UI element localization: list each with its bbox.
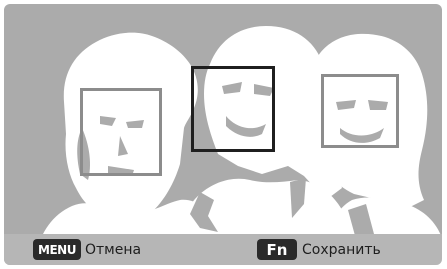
fn-key-icon[interactable]: Fn <box>257 239 297 260</box>
menu-key-icon[interactable]: MENU <box>33 239 81 260</box>
face-detection-frame-left[interactable] <box>80 88 162 176</box>
bottom-control-bar: MENU Отмена Fn Сохранить <box>4 234 442 265</box>
face-detection-frame-right[interactable] <box>321 74 399 148</box>
camera-screen: MENU Отмена Fn Сохранить <box>4 4 442 265</box>
face-detection-frame-selected[interactable] <box>191 66 275 152</box>
save-label[interactable]: Сохранить <box>302 242 381 258</box>
cancel-label[interactable]: Отмена <box>85 242 141 258</box>
